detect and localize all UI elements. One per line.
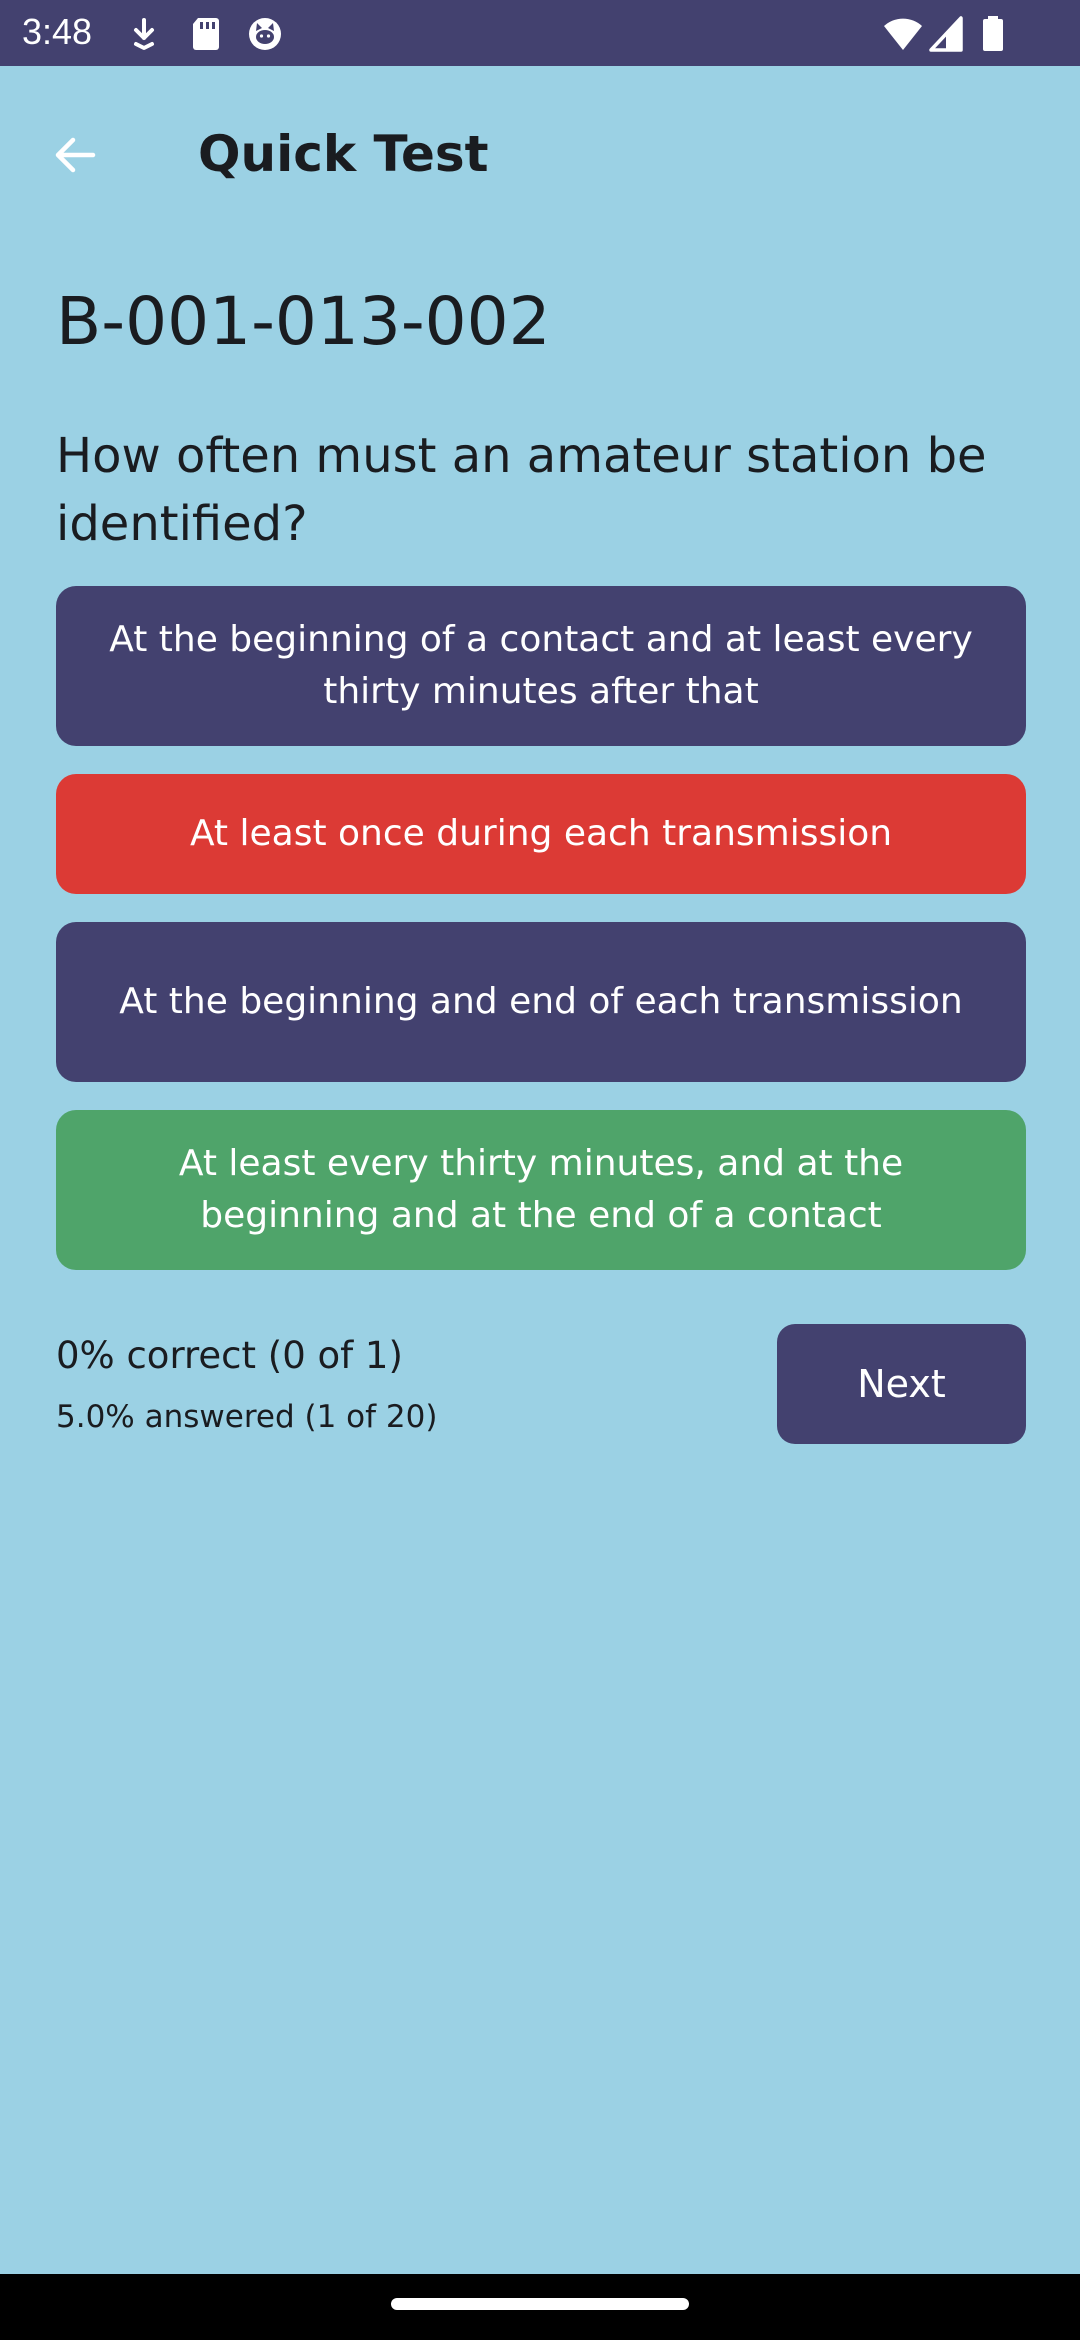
correct-stats: 0% correct (0 of 1): [56, 1334, 403, 1377]
answer-option-2[interactable]: At least once during each transmission: [56, 774, 1026, 894]
signal-icon: [928, 14, 964, 54]
answer-option-1[interactable]: At the beginning of a contact and at lea…: [56, 586, 1026, 746]
next-button-label: Next: [857, 1362, 946, 1406]
answer-option-label: At the beginning of a contact and at lea…: [109, 619, 973, 712]
cat-face-icon: [245, 14, 285, 54]
wifi-icon: [882, 14, 924, 54]
question-text: How often must an amateur station be ide…: [56, 428, 987, 552]
sd-card-icon: [186, 14, 226, 54]
next-button[interactable]: Next: [777, 1324, 1026, 1444]
app-bar: Quick Test: [0, 66, 1080, 222]
arrow-left-icon: [51, 131, 99, 183]
answer-option-label: At the beginning and end of each transmi…: [119, 981, 963, 1022]
status-time: 3:48: [22, 11, 93, 52]
page-title: Quick Test: [198, 125, 489, 183]
answer-option-label: At least every thirty minutes, and at th…: [178, 1143, 904, 1236]
home-indicator[interactable]: [391, 2298, 689, 2310]
answered-stats: 5.0% answered (1 of 20): [56, 1399, 438, 1435]
answer-option-3[interactable]: At the beginning and end of each transmi…: [56, 922, 1026, 1082]
answer-option-label: At least once during each transmission: [189, 813, 893, 854]
download-status-icon: [124, 14, 164, 54]
battery-icon: [978, 14, 1008, 54]
answer-option-4[interactable]: At least every thirty minutes, and at th…: [56, 1110, 1026, 1270]
back-button[interactable]: [30, 112, 120, 202]
question-id: B-001-013-002: [56, 283, 551, 360]
status-bar: 3:48: [0, 0, 1080, 66]
